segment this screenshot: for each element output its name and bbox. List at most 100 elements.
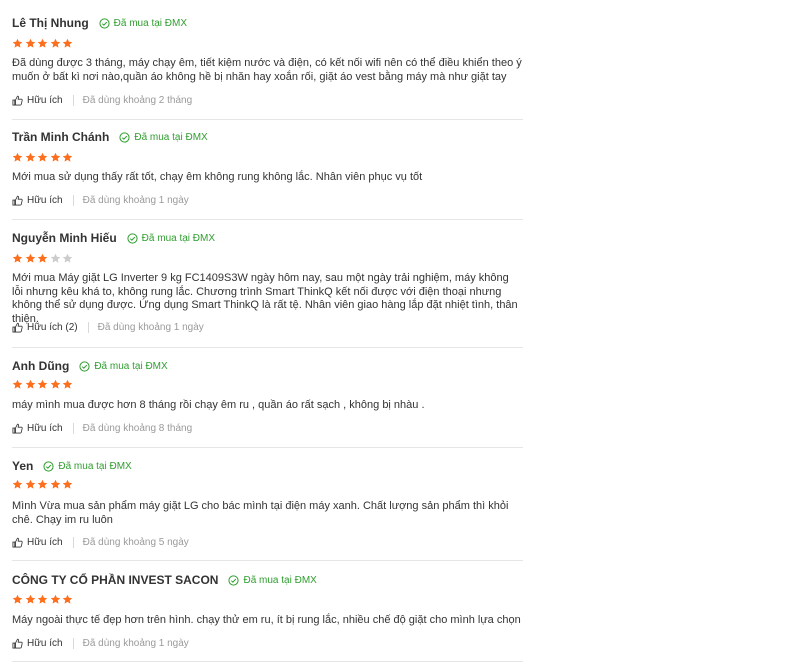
helpful-label: Hữu ích [27,194,63,206]
review-item: Nguyễn Minh Hiếu Đã mua tại ĐMX Mới mua … [12,228,523,348]
star-filled-icon [12,594,23,604]
star-filled-icon [37,379,48,389]
star-filled-icon [62,379,73,389]
review-actions: Hữu ích Đã dùng khoảng 2 tháng [12,93,192,107]
review-actions: Hữu ích (2) Đã dùng khoảng 1 ngày [12,320,204,334]
check-circle-icon [119,131,130,143]
star-filled-icon [62,479,73,489]
check-circle-icon [228,574,240,586]
star-filled-icon [37,38,48,48]
usage-duration: Đã dùng khoảng 1 ngày [82,194,189,206]
verified-text: Đã mua tại ĐMX [113,17,188,29]
check-circle-icon [99,17,110,29]
reviewer-name: Anh Dũng [12,359,70,373]
review-actions: Hữu ích Đã dùng khoảng 5 ngày [12,535,189,549]
verified-badge: Đã mua tại ĐMX [228,574,317,586]
star-filled-icon [50,594,60,604]
helpful-label: Hữu ích [27,422,63,434]
divider [72,536,74,548]
helpful-button[interactable]: Hữu ích [12,95,63,106]
helpful-button[interactable]: Hữu ích [12,195,63,206]
helpful-button[interactable]: Hữu ích [12,423,63,434]
star-filled-icon [25,253,35,263]
star-filled-icon [62,152,73,162]
reviewer-name: Trần Minh Chánh [12,130,110,144]
usage-duration: Đã dùng khoảng 8 tháng [82,422,193,434]
verified-badge: Đã mua tại ĐMX [127,233,215,244]
verified-text: Đã mua tại ĐMX [141,232,216,244]
verified-badge: Đã mua tại ĐMX [119,131,208,143]
check-circle-icon [127,232,138,244]
review-header: Nguyễn Minh Hiếu Đã mua tại ĐMX [12,228,215,248]
star-filled-icon [50,152,60,162]
check-circle-icon [43,460,54,472]
reviewer-name: Nguyễn Minh Hiếu [12,231,117,245]
helpful-button[interactable]: Hữu ích [12,638,63,649]
helpful-button[interactable]: Hữu ích [12,537,63,548]
star-filled-icon [12,253,23,263]
star-filled-icon [37,479,48,489]
star-filled-icon [62,38,73,48]
review-comment: máy mình mua được hơn 8 tháng rồi chạy ê… [12,399,425,411]
verified-text: Đã mua tại ĐMX [243,574,317,586]
star-filled-icon [25,152,35,162]
verified-badge: Đã mua tại ĐMX [99,18,187,29]
star-rating [12,253,73,265]
reviewer-name: Lê Thị Nhung [12,16,89,30]
star-rating [12,38,73,50]
review-actions: Hữu ích Đã dùng khoảng 8 tháng [12,421,192,435]
helpful-label: Hữu ích [27,94,63,106]
review-header: Lê Thị Nhung Đã mua tại ĐMX [12,13,187,33]
review-actions: Hữu ích Đã dùng khoảng 1 ngày [12,193,189,207]
review-item: Yen Đã mua tại ĐMX Mình Vừa mua sản phẩm… [12,456,523,561]
star-filled-icon [25,379,35,389]
star-filled-icon [25,594,35,604]
review-comment: Đã dùng được 3 tháng, máy chạy êm, tiết … [12,57,522,83]
verified-badge: Đã mua tại ĐMX [79,360,168,372]
thumbs-up-icon [12,195,23,205]
check-circle-icon [79,360,90,372]
usage-duration: Đã dùng khoảng 1 ngày [82,637,189,649]
star-rating [12,152,73,164]
star-filled-icon [37,594,48,604]
star-filled-icon [25,38,35,48]
thumbs-up-icon [12,423,23,433]
review-item: Trần Minh Chánh Đã mua tại ĐMX Mới mua s… [12,127,523,220]
star-filled-icon [12,379,23,389]
review-comment: Mới mua sử dụng thấy rất tốt, chạy êm kh… [12,171,423,183]
review-item: CÔNG TY CỔ PHẦN INVEST SACON Đã mua tại … [12,570,523,662]
star-filled-icon [37,152,48,162]
verified-text: Đã mua tại ĐMX [94,360,168,372]
verified-text: Đã mua tại ĐMX [58,460,132,472]
star-filled-icon [37,253,48,263]
star-filled-icon [50,479,60,489]
star-filled-icon [12,38,23,48]
usage-duration: Đã dùng khoảng 1 ngày [97,321,204,333]
star-filled-icon [12,152,23,162]
thumbs-up-icon [12,638,23,648]
review-item: Lê Thị Nhung Đã mua tại ĐMX Đã dùng được… [12,13,523,120]
thumbs-up-icon [12,537,23,547]
review-header: CÔNG TY CỔ PHẦN INVEST SACON Đã mua tại … [12,570,317,590]
star-filled-icon [12,479,23,489]
star-rating [12,379,73,391]
star-rating [12,479,73,491]
thumbs-up-icon [12,322,23,332]
verified-text: Đã mua tại ĐMX [134,131,208,143]
review-header: Anh Dũng Đã mua tại ĐMX [12,356,168,376]
review-header: Yen Đã mua tại ĐMX [12,456,132,476]
review-header: Trần Minh Chánh Đã mua tại ĐMX [12,127,208,147]
divider [72,637,74,649]
review-actions: Hữu ích Đã dùng khoảng 1 ngày [12,636,189,650]
helpful-button[interactable]: Hữu ích (2) [12,322,78,333]
star-rating [12,594,73,606]
review-comment: Mình Vừa mua sản phẩm máy giặt LG cho bá… [12,500,509,526]
thumbs-up-icon [12,95,23,105]
star-filled-icon [50,379,60,389]
star-empty-icon [62,253,73,263]
divider [72,194,74,206]
divider [72,422,74,434]
star-filled-icon [50,38,60,48]
usage-duration: Đã dùng khoảng 2 tháng [82,94,193,106]
reviewer-name: Yen [12,459,34,473]
